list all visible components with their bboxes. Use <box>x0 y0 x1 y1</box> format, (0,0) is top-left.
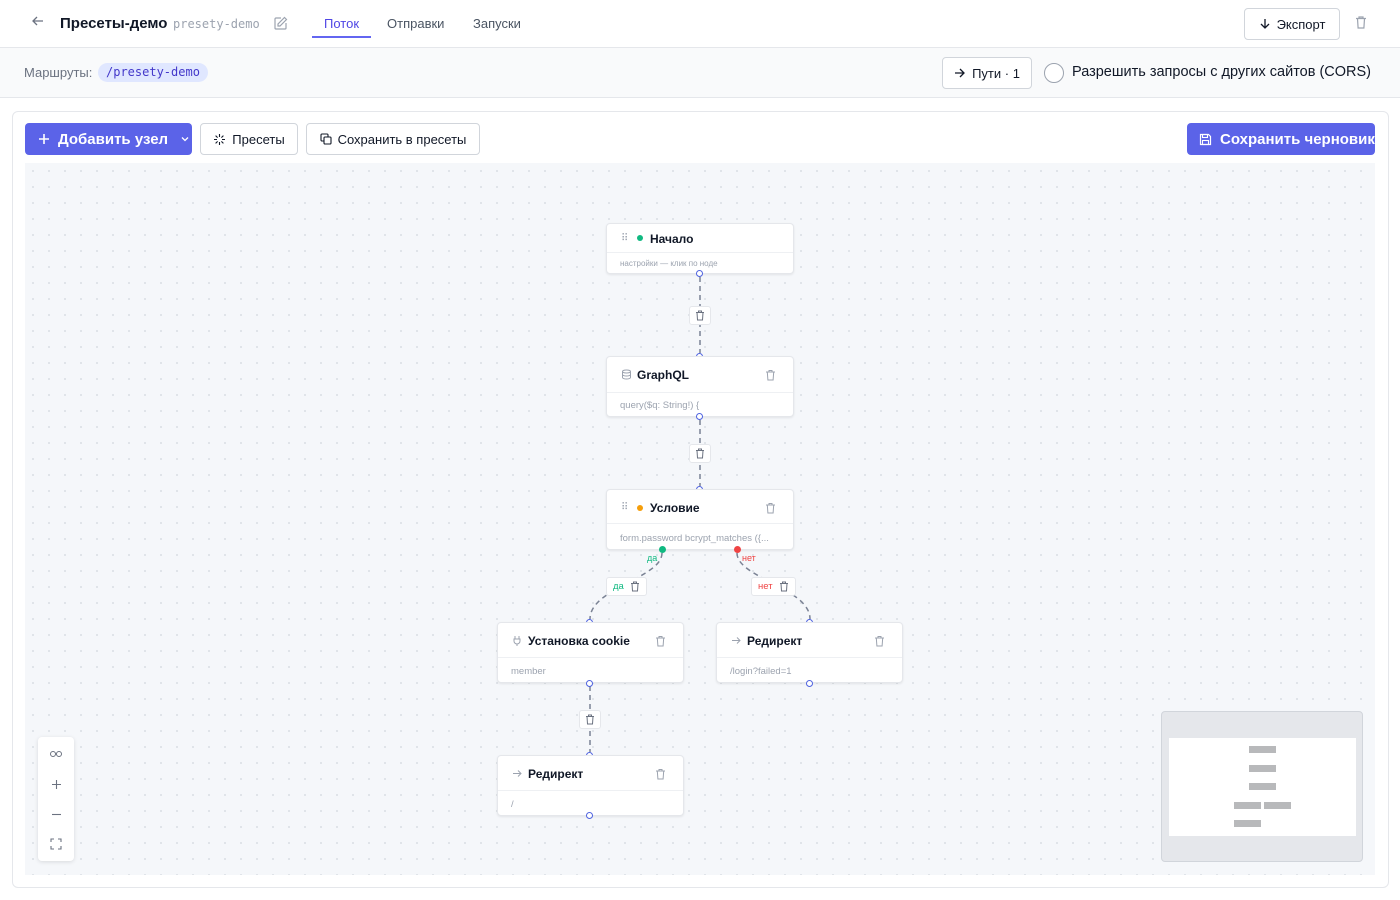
paths-button[interactable]: Пути · 1 <box>942 57 1032 89</box>
top-bar: Пресеты-демо presety-demo Поток Отправки… <box>0 0 1400 48</box>
yes-edge-label[interactable]: да <box>606 577 647 596</box>
node-title: GraphQL <box>637 368 690 382</box>
presets-button[interactable]: Пресеты <box>200 123 298 155</box>
back-arrow-icon[interactable] <box>28 14 48 34</box>
routes-label: Маршруты: <box>24 65 93 80</box>
minimap-node <box>1249 765 1276 772</box>
drag-handle-icon[interactable]: ⠿ <box>621 233 633 245</box>
trash-icon[interactable] <box>765 369 777 381</box>
presets-label: Пресеты <box>232 131 285 147</box>
no-edge-label[interactable]: нет <box>751 577 796 596</box>
minimap-node <box>1234 802 1261 809</box>
floppy-disk-icon <box>1199 133 1212 145</box>
arrow-down-icon <box>1260 19 1270 29</box>
plus-icon <box>39 134 49 144</box>
cookie-icon <box>512 635 524 647</box>
trash-icon[interactable] <box>779 581 789 592</box>
trash-icon <box>696 310 704 321</box>
save-to-presets-button[interactable]: Сохранить в пресеты <box>306 123 480 155</box>
tab-runs[interactable]: Запуски <box>473 16 521 31</box>
status-dot <box>637 505 643 511</box>
node-title: Условие <box>650 501 700 515</box>
minimap-node <box>1264 802 1291 809</box>
yes-handle-label: да <box>647 553 658 563</box>
minimap[interactable] <box>1161 711 1363 862</box>
node-start[interactable]: ⠿ Начало настройки — клик по ноде <box>606 223 794 274</box>
node-subtitle: member <box>511 666 546 677</box>
node-redirect-home[interactable]: Редирект / <box>497 755 684 816</box>
output-handle[interactable] <box>586 680 593 687</box>
tab-flow[interactable]: Поток <box>324 16 359 31</box>
node-title: Редирект <box>747 634 803 648</box>
minimap-viewport[interactable] <box>1169 738 1356 836</box>
delete-edge-button[interactable] <box>689 444 711 463</box>
export-label: Экспорт <box>1276 16 1326 32</box>
add-node-button[interactable]: Добавить узел <box>25 123 192 155</box>
edit-icon[interactable] <box>273 16 289 32</box>
page-slug: presety-demo <box>173 17 260 31</box>
paths-label: Пути · 1 <box>972 65 1020 81</box>
drag-handle-icon[interactable]: ⠿ <box>621 502 633 514</box>
routes-bar: Маршруты: /presety-demo Пути · 1 Разреши… <box>0 48 1400 98</box>
arrow-right-icon <box>731 635 743 647</box>
export-button[interactable]: Экспорт <box>1244 8 1340 40</box>
save-draft-label: Сохранить черновик <box>1220 130 1375 148</box>
edge-label-text: да <box>613 581 624 592</box>
canvas-controls <box>38 737 74 861</box>
trash-icon[interactable] <box>655 768 667 780</box>
fit-view-icon[interactable] <box>38 829 74 859</box>
output-handle[interactable] <box>806 680 813 687</box>
trash-icon <box>696 448 704 459</box>
trash-icon <box>586 714 594 725</box>
page-title: Пресеты-демо <box>60 15 168 32</box>
zoom-in-icon[interactable] <box>38 769 74 799</box>
cors-toggle[interactable] <box>1044 63 1064 83</box>
arrow-right-icon <box>512 768 524 780</box>
save-draft-button[interactable]: Сохранить черновик <box>1187 123 1375 155</box>
node-condition[interactable]: ⠿ Условие form.password bcrypt_matches (… <box>606 489 794 550</box>
delete-edge-button[interactable] <box>579 710 601 729</box>
add-node-label: Добавить узел <box>58 130 169 148</box>
route-chip[interactable]: /presety-demo <box>98 63 208 82</box>
output-handle[interactable] <box>586 812 593 819</box>
minimap-node <box>1249 783 1276 790</box>
node-title: Начало <box>650 232 694 246</box>
no-output-handle[interactable] <box>734 546 741 553</box>
node-subtitle: form.password bcrypt_matches ({... <box>620 533 769 544</box>
minimap-node <box>1234 820 1261 827</box>
link-icon[interactable] <box>38 739 74 769</box>
delete-flow-trash-icon[interactable] <box>1354 15 1370 31</box>
node-set-cookie[interactable]: Установка cookie member <box>497 622 684 683</box>
status-dot <box>637 235 643 241</box>
node-subtitle: /login?failed=1 <box>730 666 792 677</box>
node-subtitle: query($q: String!) { <box>620 400 700 411</box>
cors-label: Разрешить запросы с других сайтов (CORS) <box>1072 64 1372 80</box>
node-subtitle: настройки — клик по ноде <box>620 259 718 268</box>
tab-submissions[interactable]: Отправки <box>387 16 444 31</box>
trash-icon[interactable] <box>655 635 667 647</box>
output-handle[interactable] <box>696 413 703 420</box>
delete-edge-button[interactable] <box>689 306 711 325</box>
sparkle-icon <box>214 133 226 145</box>
arrow-right-icon <box>955 68 965 78</box>
node-title: Установка cookie <box>528 634 630 648</box>
edge-label-text: нет <box>758 581 773 592</box>
zoom-out-icon[interactable] <box>38 799 74 829</box>
node-title: Редирект <box>528 767 584 781</box>
no-handle-label: нет <box>742 553 756 563</box>
output-handle[interactable] <box>696 270 703 277</box>
node-graphql[interactable]: GraphQL query($q: String!) { <box>606 356 794 417</box>
active-tab-indicator <box>312 36 371 38</box>
database-icon <box>621 369 633 381</box>
trash-icon[interactable] <box>765 502 777 514</box>
minimap-node <box>1249 746 1276 753</box>
node-subtitle: / <box>511 799 514 810</box>
copy-icon <box>320 133 332 145</box>
yes-output-handle[interactable] <box>659 546 666 553</box>
save-to-presets-label: Сохранить в пресеты <box>337 131 467 147</box>
node-redirect-failed[interactable]: Редирект /login?failed=1 <box>716 622 903 683</box>
chevron-down-icon <box>181 137 189 142</box>
trash-icon[interactable] <box>630 581 640 592</box>
trash-icon[interactable] <box>874 635 886 647</box>
